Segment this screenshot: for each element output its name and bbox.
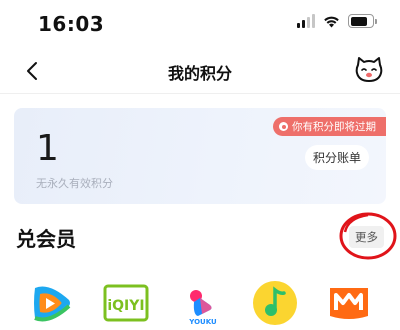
youku-logo[interactable]: YOUKU [180,280,226,326]
points-ledger-button[interactable]: 积分账单 [304,145,369,170]
nav-divider [0,93,400,94]
section-title: 兑会员 [16,227,76,251]
points-description: 无永久有效积分 [36,177,113,190]
points-value: 1 [36,128,59,169]
tencent-video-logo[interactable] [27,280,73,326]
cat-mascot-icon[interactable] [354,56,384,84]
points-card: 1 无永久有效积分 你有积分即将过期 积分账单 [14,108,386,204]
battery-icon [348,14,377,28]
expire-notice-badge[interactable]: 你有积分即将过期 [273,117,386,136]
cellular-signal-icon [297,14,315,28]
iqiyi-logo[interactable]: iQIYI [103,280,149,326]
status-icons [297,14,377,28]
more-button[interactable]: 更多 [349,226,384,248]
alert-dot-icon [279,122,288,131]
status-bar: 16:03 [0,0,400,50]
qq-music-logo[interactable] [252,280,298,326]
iqiyi-logo-text: iQIYI [107,298,144,314]
wifi-icon [324,16,339,27]
mango-tv-logo[interactable] [326,280,372,326]
page-title: 我的积分 [167,64,232,83]
status-time: 16:03 [38,12,105,36]
nav-bar: 我的积分 [0,50,400,92]
expire-notice-label: 你有积分即将过期 [292,121,376,133]
youku-logo-text: YOUKU [188,318,217,326]
